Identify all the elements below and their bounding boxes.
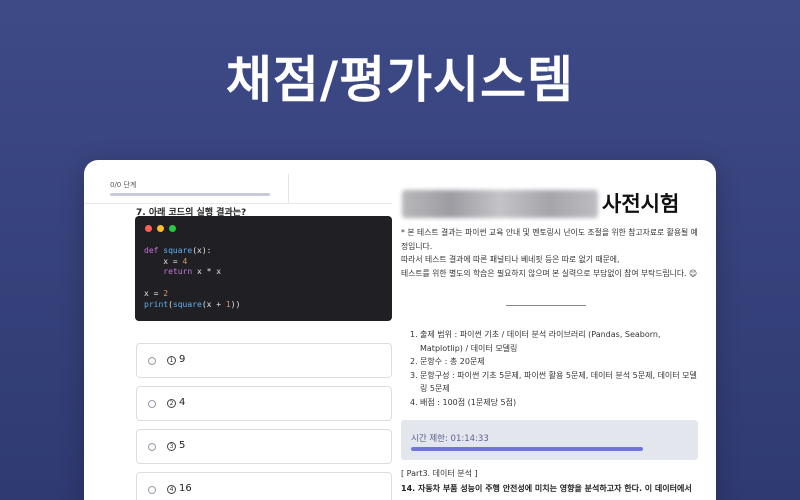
- option-label: 4: [179, 397, 186, 408]
- code-block: def square(x): x = 4 return x * x x = 2 …: [135, 216, 392, 321]
- notice-line: * 본 테스트 결과는 파이썬 교육 안내 및 멘토링시 난이도 조절을 위한 …: [401, 228, 698, 251]
- time-limit-panel: 시간 제한: 01:14:33: [401, 420, 698, 460]
- info-item: 1. 출제 범위 : 파이썬 기초 / 데이터 분석 라이브러리 (Pandas,…: [410, 330, 661, 353]
- info-item: 3. 문항구성 : 파이썬 기초 5문제, 파이썬 활용 5문제, 데이터 분석 …: [410, 370, 697, 394]
- question-pane: 0/0 단계 7. 아래 코드의 실행 결과는? def square(x): …: [84, 160, 392, 500]
- exam-info-pane: 사전시험 * 본 테스트 결과는 파이썬 교육 안내 및 멘토링시 난이도 조절…: [392, 160, 716, 500]
- radio-button[interactable]: [148, 357, 156, 365]
- radio-button[interactable]: [148, 400, 156, 408]
- exam-window: 0/0 단계 7. 아래 코드의 실행 결과는? def square(x): …: [84, 160, 716, 500]
- radio-button[interactable]: [148, 443, 156, 451]
- progress-bar: [110, 193, 270, 196]
- window-dots: [145, 225, 176, 232]
- radio-button[interactable]: [148, 486, 156, 494]
- time-remaining-bar: [411, 447, 643, 451]
- answer-option-2[interactable]: 2 4: [136, 386, 392, 421]
- progress-text: 0/0 단계: [110, 181, 137, 189]
- part-label: [ Part3. 데이터 분석 ]: [401, 469, 478, 478]
- section-divider: [506, 305, 586, 306]
- answer-option-1[interactable]: 1 9: [136, 343, 392, 378]
- answer-option-4[interactable]: 4 16: [136, 472, 392, 500]
- option-number-icon: 4: [167, 485, 176, 494]
- maximize-dot-icon: [169, 225, 176, 232]
- option-number-icon: 2: [167, 399, 176, 408]
- close-dot-icon: [145, 225, 152, 232]
- exam-notice: * 본 테스트 결과는 파이썬 교육 안내 및 멘토링시 난이도 조절을 위한 …: [401, 226, 701, 280]
- banner-title: 채점/평가시스템: [225, 51, 575, 109]
- notice-line: 테스트를 위한 별도의 학습은 필요하지 않으며 본 실력으로 부담없이 참여 …: [401, 268, 698, 278]
- blurred-course-name: [402, 190, 598, 218]
- info-item: 4. 배점 : 100점 (1문제당 5점): [410, 397, 517, 407]
- notice-line: 따라서 테스트 결과에 따른 패널티나 베네핏 등은 따로 없기 때문에,: [401, 255, 620, 264]
- option-label: 9: [179, 354, 186, 365]
- option-label: 16: [179, 483, 192, 494]
- option-number-icon: 1: [167, 356, 176, 365]
- time-limit-text: 시간 제한: 01:14:33: [411, 434, 489, 444]
- option-label: 5: [179, 440, 186, 451]
- answer-option-3[interactable]: 3 5: [136, 429, 392, 464]
- exam-title: 사전시험: [602, 192, 680, 216]
- header-divider: [288, 174, 289, 204]
- progress-header: 0/0 단계: [84, 174, 392, 204]
- option-number-icon: 3: [167, 442, 176, 451]
- info-item: 2. 문항수 : 총 20문제: [410, 357, 485, 366]
- exam-info-list: 1. 출제 범위 : 파이썬 기초 / 데이터 분석 라이브러리 (Pandas,…: [410, 328, 700, 409]
- question-14: 14. 자동차 부품 성능이 주행 안전성에 미치는 영향을 분석하고자 한다.…: [401, 484, 692, 493]
- code-text: def square(x): x = 4 return x * x x = 2 …: [144, 246, 241, 309]
- minimize-dot-icon: [157, 225, 164, 232]
